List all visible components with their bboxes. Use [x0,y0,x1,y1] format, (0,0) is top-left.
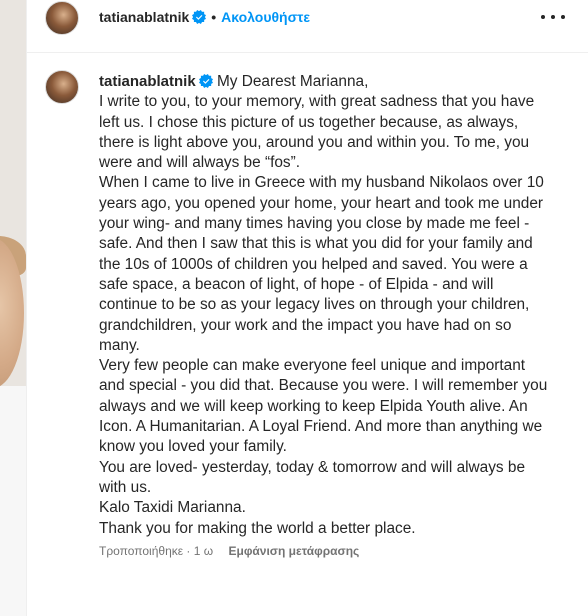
caption-paragraph-6: Thank you for making the world a better … [99,519,416,537]
caption-paragraph-3: Very few people can make everyone feel u… [99,357,548,456]
caption-paragraph-2: When I came to live in Greece with my hu… [99,174,544,354]
caption-paragraph-1: I write to you, to your memory, with gre… [99,93,535,172]
edited-timestamp[interactable]: Τροποποιήθηκε · 1 ω [99,544,213,558]
separator-dot: • [211,9,217,25]
caption-avatar[interactable] [45,70,79,104]
follow-button[interactable]: Ακολουθήστε [221,9,310,25]
avatar[interactable] [45,1,79,35]
caption-username[interactable]: tatianablatnik [99,73,196,90]
caption-paragraph-5: Kalo Taxidi Marianna. [99,499,246,517]
more-options-icon[interactable] [541,9,565,25]
post-author: tatianablatnik • Ακολουθήστε [99,9,310,25]
caption-meta: Τροποποιήθηκε · 1 ω Εμφάνιση μετάφρασης [99,544,359,558]
caption-greeting: My Dearest Marianna, [216,73,369,90]
see-translation-button[interactable]: Εμφάνιση μετάφρασης [228,544,359,558]
username-link[interactable]: tatianablatnik [99,9,189,25]
verified-badge-icon [192,10,207,25]
post-header: tatianablatnik • Ακολουθήστε [27,0,588,53]
post-caption: tatianablatnik My Dearest Marianna, I wr… [99,72,554,539]
panel-divider [26,0,27,616]
verified-badge-icon [198,73,213,88]
post-image-edge [0,0,26,616]
caption-paragraph-4: You are loved- yesterday, today & tomorr… [99,458,526,496]
